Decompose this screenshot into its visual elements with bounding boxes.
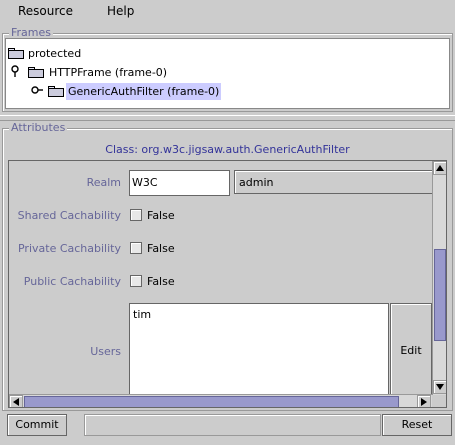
tree-node-label: protected xyxy=(28,47,82,60)
realm-label: Realm xyxy=(86,176,121,189)
attributes-title: Attributes xyxy=(9,121,68,135)
scroll-corner xyxy=(432,395,446,407)
shared-cachability-checkbox[interactable] xyxy=(130,209,142,221)
private-cachability-value: False xyxy=(147,242,175,255)
menu-bar: Resource Help xyxy=(0,0,455,22)
reset-button[interactable]: Reset xyxy=(382,414,452,436)
vertical-scroll-thumb[interactable] xyxy=(434,249,446,341)
private-cachability-label: Private Cachability xyxy=(17,242,121,255)
shared-cachability-value: False xyxy=(147,209,175,222)
users-textarea[interactable]: tim xyxy=(129,303,389,398)
scroll-right-button[interactable] xyxy=(417,395,431,407)
private-cachability-checkbox[interactable] xyxy=(130,242,142,254)
users-label: Users xyxy=(90,345,121,358)
public-cachability-checkbox[interactable] xyxy=(130,275,142,287)
users-textarea-value: tim xyxy=(133,308,152,321)
arrow-right-icon xyxy=(421,398,427,406)
edit-users-button[interactable]: Edit xyxy=(390,303,432,398)
status-field xyxy=(84,414,381,436)
scroll-left-button[interactable] xyxy=(9,395,23,407)
scroll-up-button[interactable] xyxy=(433,161,446,175)
arrow-down-icon xyxy=(436,384,444,390)
split-pane-divider[interactable] xyxy=(0,115,455,121)
frames-panel: Frames protected HTTPFrame (frame-0) Gen… xyxy=(2,26,453,112)
collapsed-handle-icon[interactable] xyxy=(30,83,44,102)
vertical-scrollbar[interactable] xyxy=(432,161,446,395)
horizontal-scroll-thumb[interactable] xyxy=(24,396,399,407)
reset-button-label: Reset xyxy=(401,418,433,431)
class-label: Class: org.w3c.jigsaw.auth.GenericAuthFi… xyxy=(105,143,350,156)
shared-cachability-label: Shared Cachability xyxy=(17,209,121,222)
folder-icon xyxy=(28,67,44,78)
frames-tree[interactable]: protected HTTPFrame (frame-0) GenericAut… xyxy=(5,38,450,109)
menu-resource[interactable]: Resource xyxy=(18,4,73,18)
realm-input[interactable]: W3C xyxy=(129,170,230,196)
horizontal-scrollbar[interactable] xyxy=(9,394,432,407)
expanded-handle-icon[interactable] xyxy=(10,64,20,84)
commit-button-label: Commit xyxy=(15,418,59,431)
menu-help[interactable]: Help xyxy=(107,4,134,18)
scroll-down-button[interactable] xyxy=(433,380,446,394)
arrow-left-icon xyxy=(13,398,19,406)
realm-select[interactable]: admin xyxy=(234,170,442,194)
realm-input-value: W3C xyxy=(132,176,158,189)
commit-button[interactable]: Commit xyxy=(7,414,67,436)
tree-node-label-selected: GenericAuthFilter (frame-0) xyxy=(66,83,222,100)
tree-node-label: HTTPFrame (frame-0) xyxy=(49,66,168,79)
realm-select-value: admin xyxy=(239,176,274,189)
public-cachability-value: False xyxy=(147,275,175,288)
folder-icon xyxy=(48,86,64,97)
folder-icon xyxy=(8,48,24,59)
public-cachability-label: Public Cachability xyxy=(23,275,121,288)
attributes-scroll-pane: Realm W3C admin Shared Cachability False… xyxy=(8,160,447,408)
arrow-up-icon xyxy=(436,165,444,171)
